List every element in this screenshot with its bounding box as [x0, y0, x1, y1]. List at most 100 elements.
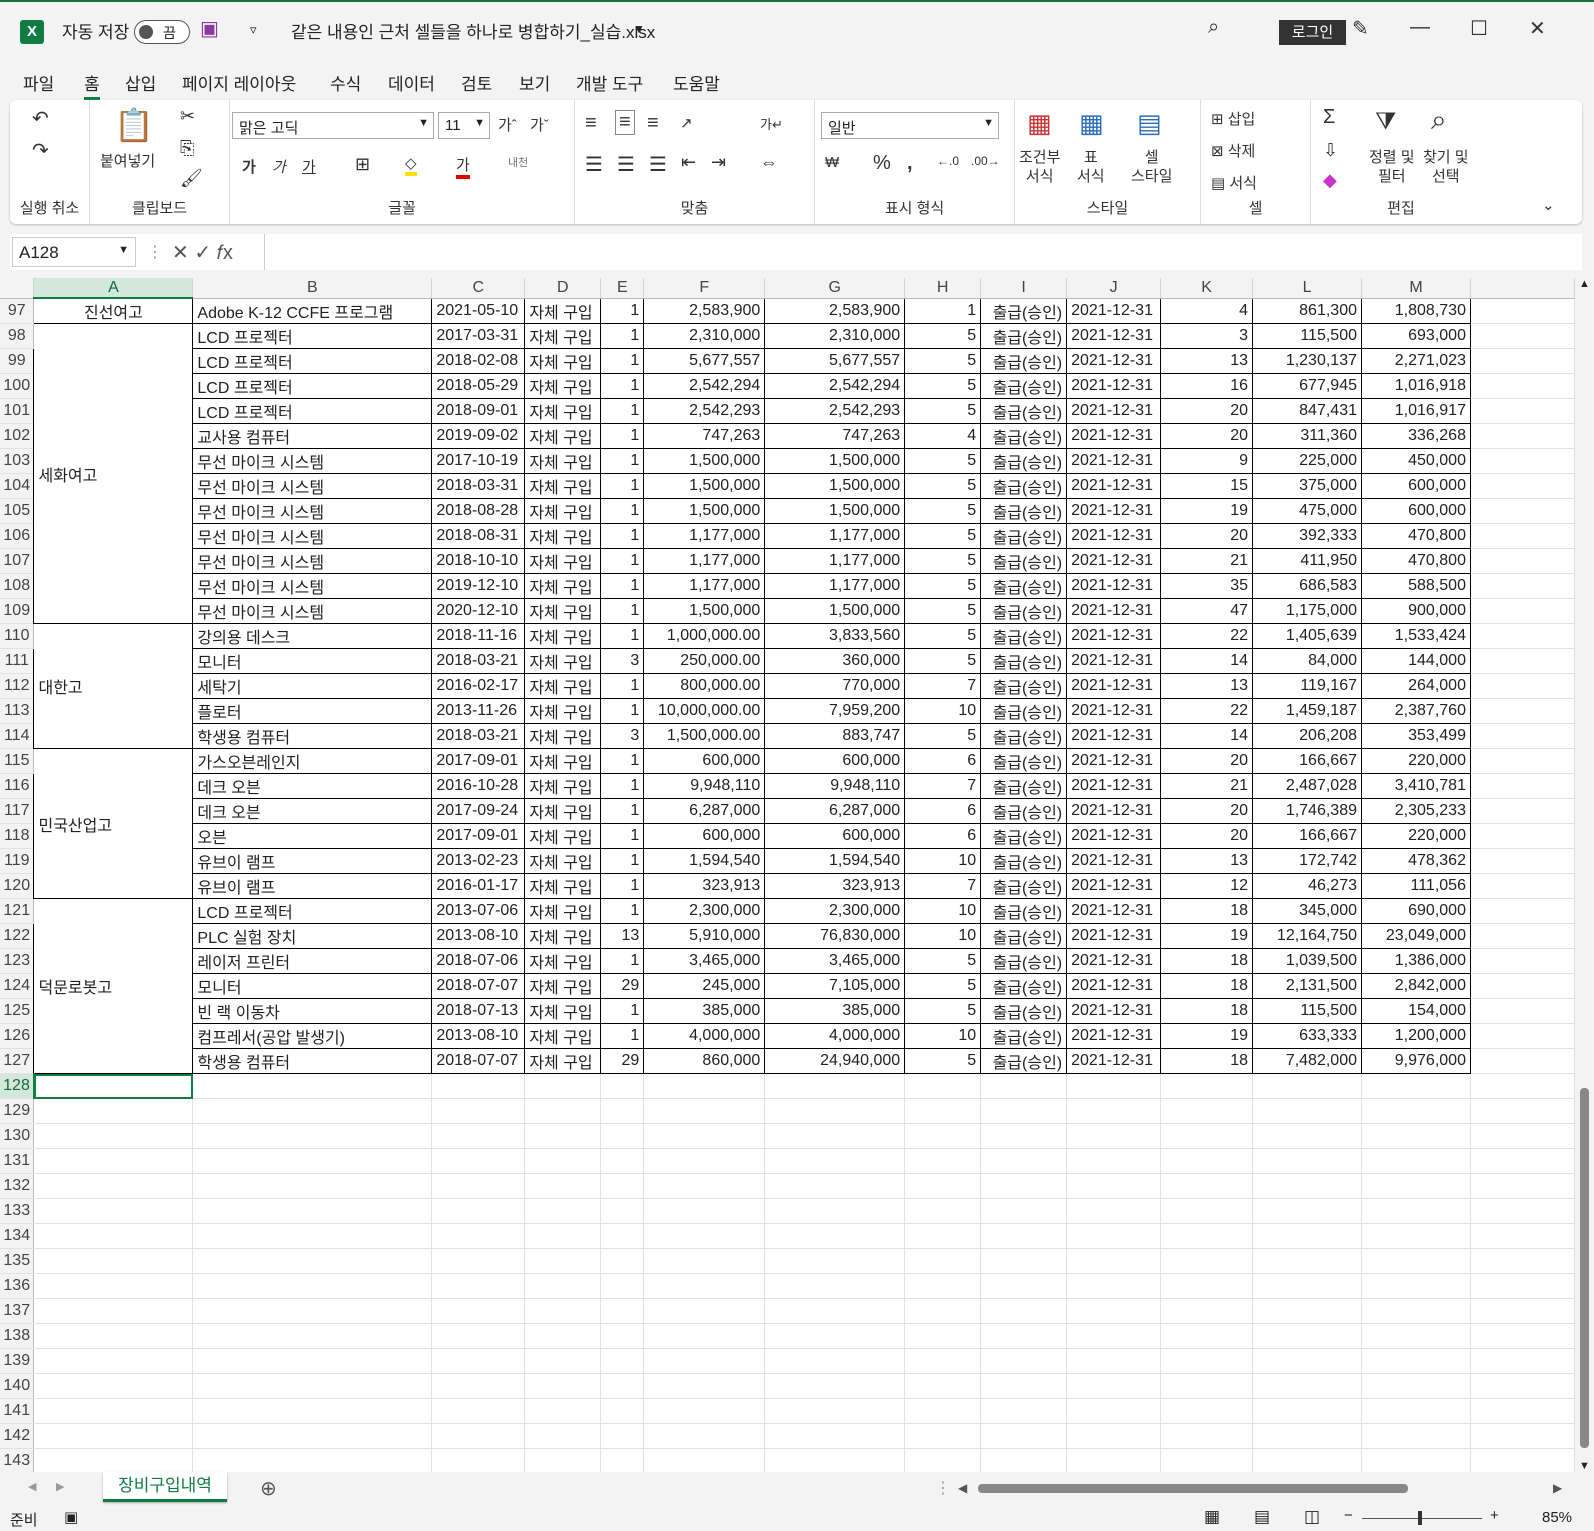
- column-header[interactable]: H: [904, 278, 982, 299]
- autosave-toggle[interactable]: 끔: [134, 20, 190, 44]
- cell[interactable]: [1470, 298, 1575, 324]
- cell[interactable]: [1361, 1198, 1471, 1224]
- cell[interactable]: [904, 1273, 982, 1299]
- cell[interactable]: 자체 구입: [524, 1023, 602, 1049]
- sort-filter-icon[interactable]: ⧩: [1375, 108, 1396, 136]
- row-header[interactable]: 105: [0, 498, 35, 524]
- cell[interactable]: 출급(승인): [980, 373, 1068, 399]
- cell[interactable]: 14: [1160, 648, 1254, 674]
- cell[interactable]: [192, 1448, 433, 1472]
- cell[interactable]: [431, 1123, 526, 1149]
- cell[interactable]: [33, 1223, 194, 1249]
- column-header[interactable]: E: [600, 278, 645, 299]
- cell[interactable]: [1066, 1323, 1162, 1349]
- cell[interactable]: 900,000: [1361, 598, 1471, 624]
- cell[interactable]: 5: [904, 448, 982, 474]
- cell[interactable]: 5: [904, 398, 982, 424]
- cell[interactable]: [643, 1323, 766, 1349]
- cell[interactable]: 1: [600, 998, 645, 1024]
- cell[interactable]: [904, 1123, 982, 1149]
- cell[interactable]: [1160, 1148, 1254, 1174]
- decrease-indent-icon[interactable]: ⇤: [681, 152, 696, 173]
- cell[interactable]: [1252, 1248, 1362, 1274]
- cell[interactable]: 5: [904, 1048, 982, 1074]
- cell[interactable]: [524, 1373, 602, 1399]
- cell[interactable]: 1: [600, 498, 645, 524]
- bold-icon[interactable]: 가: [242, 156, 256, 177]
- merged-school-cell[interactable]: 민국산업고: [33, 748, 194, 899]
- column-header[interactable]: B: [192, 278, 433, 299]
- cell[interactable]: [1470, 1023, 1575, 1049]
- cell[interactable]: [1470, 548, 1575, 574]
- cell[interactable]: 29: [600, 973, 645, 999]
- cell[interactable]: 2018-03-21: [431, 648, 526, 674]
- cell[interactable]: LCD 프로젝터: [192, 373, 433, 399]
- cell[interactable]: [524, 1223, 602, 1249]
- cell[interactable]: [1470, 1423, 1575, 1449]
- cell[interactable]: 1,459,187: [1252, 698, 1362, 724]
- cell[interactable]: 4: [904, 423, 982, 449]
- cell[interactable]: 2021-12-31: [1066, 873, 1162, 899]
- cell[interactable]: [980, 1423, 1068, 1449]
- cell[interactable]: 2013-07-06: [431, 898, 526, 924]
- cell[interactable]: [1066, 1198, 1162, 1224]
- cell[interactable]: 2017-09-24: [431, 798, 526, 824]
- cell[interactable]: [1470, 1173, 1575, 1199]
- cell[interactable]: 출급(승인): [980, 598, 1068, 624]
- delete-cells-button[interactable]: ⊠ 삭제: [1211, 140, 1255, 161]
- cell[interactable]: [1470, 898, 1575, 924]
- cell[interactable]: 1,177,000: [764, 523, 906, 549]
- zoom-level[interactable]: 85%: [1542, 1509, 1572, 1526]
- cell[interactable]: 18: [1160, 898, 1254, 924]
- cell[interactable]: [1470, 998, 1575, 1024]
- login-button[interactable]: 로그인: [1279, 20, 1346, 45]
- cell[interactable]: [33, 1098, 194, 1124]
- cell[interactable]: [764, 1298, 906, 1324]
- row-header[interactable]: 137: [0, 1298, 35, 1324]
- cell[interactable]: 2018-03-31: [431, 473, 526, 499]
- cell[interactable]: 385,000: [764, 998, 906, 1024]
- cell[interactable]: [643, 1073, 766, 1099]
- row-header[interactable]: 114: [0, 723, 35, 749]
- cell[interactable]: [431, 1273, 526, 1299]
- row-header[interactable]: 134: [0, 1223, 35, 1249]
- cell[interactable]: [431, 1373, 526, 1399]
- cell[interactable]: 출급(승인): [980, 398, 1068, 424]
- tab-insert[interactable]: 삽입: [125, 70, 156, 95]
- cell[interactable]: 1: [600, 673, 645, 699]
- minimize-icon[interactable]: —: [1410, 16, 1430, 39]
- cell[interactable]: 20: [1160, 748, 1254, 774]
- cell[interactable]: [1361, 1323, 1471, 1349]
- column-header[interactable]: G: [764, 278, 906, 299]
- cell[interactable]: [600, 1248, 645, 1274]
- row-header[interactable]: 141: [0, 1398, 35, 1424]
- cell[interactable]: [764, 1398, 906, 1424]
- cell[interactable]: 2,487,028: [1252, 773, 1362, 799]
- vertical-scrollbar[interactable]: ▲ ▼: [1575, 278, 1594, 1472]
- column-header[interactable]: L: [1252, 278, 1362, 299]
- cell[interactable]: 자체 구입: [524, 723, 602, 749]
- row-header[interactable]: 128: [0, 1073, 35, 1099]
- column-header[interactable]: D: [524, 278, 602, 299]
- cell[interactable]: 166,667: [1252, 823, 1362, 849]
- select-all-corner[interactable]: [0, 278, 35, 299]
- cell[interactable]: [192, 1198, 433, 1224]
- cell[interactable]: 600,000: [764, 748, 906, 774]
- cell[interactable]: 800,000.00: [643, 673, 766, 699]
- row-header[interactable]: 104: [0, 473, 35, 499]
- insert-cells-button[interactable]: ⊞ 삽입: [1211, 108, 1255, 129]
- cell[interactable]: 22: [1160, 623, 1254, 649]
- cell[interactable]: 1: [600, 698, 645, 724]
- font-color-icon[interactable]: 가: [456, 154, 470, 179]
- cell[interactable]: 자체 구입: [524, 748, 602, 774]
- cell[interactable]: [1252, 1148, 1362, 1174]
- cell[interactable]: LCD 프로젝터: [192, 323, 433, 349]
- cell[interactable]: 1: [600, 348, 645, 374]
- cell[interactable]: [980, 1223, 1068, 1249]
- scroll-down-icon[interactable]: ▼: [1579, 1460, 1590, 1472]
- cell[interactable]: 15: [1160, 473, 1254, 499]
- cell[interactable]: 633,333: [1252, 1023, 1362, 1049]
- cell[interactable]: 375,000: [1252, 473, 1362, 499]
- format-painter-icon[interactable]: 🖌: [180, 168, 203, 189]
- cell[interactable]: [431, 1398, 526, 1424]
